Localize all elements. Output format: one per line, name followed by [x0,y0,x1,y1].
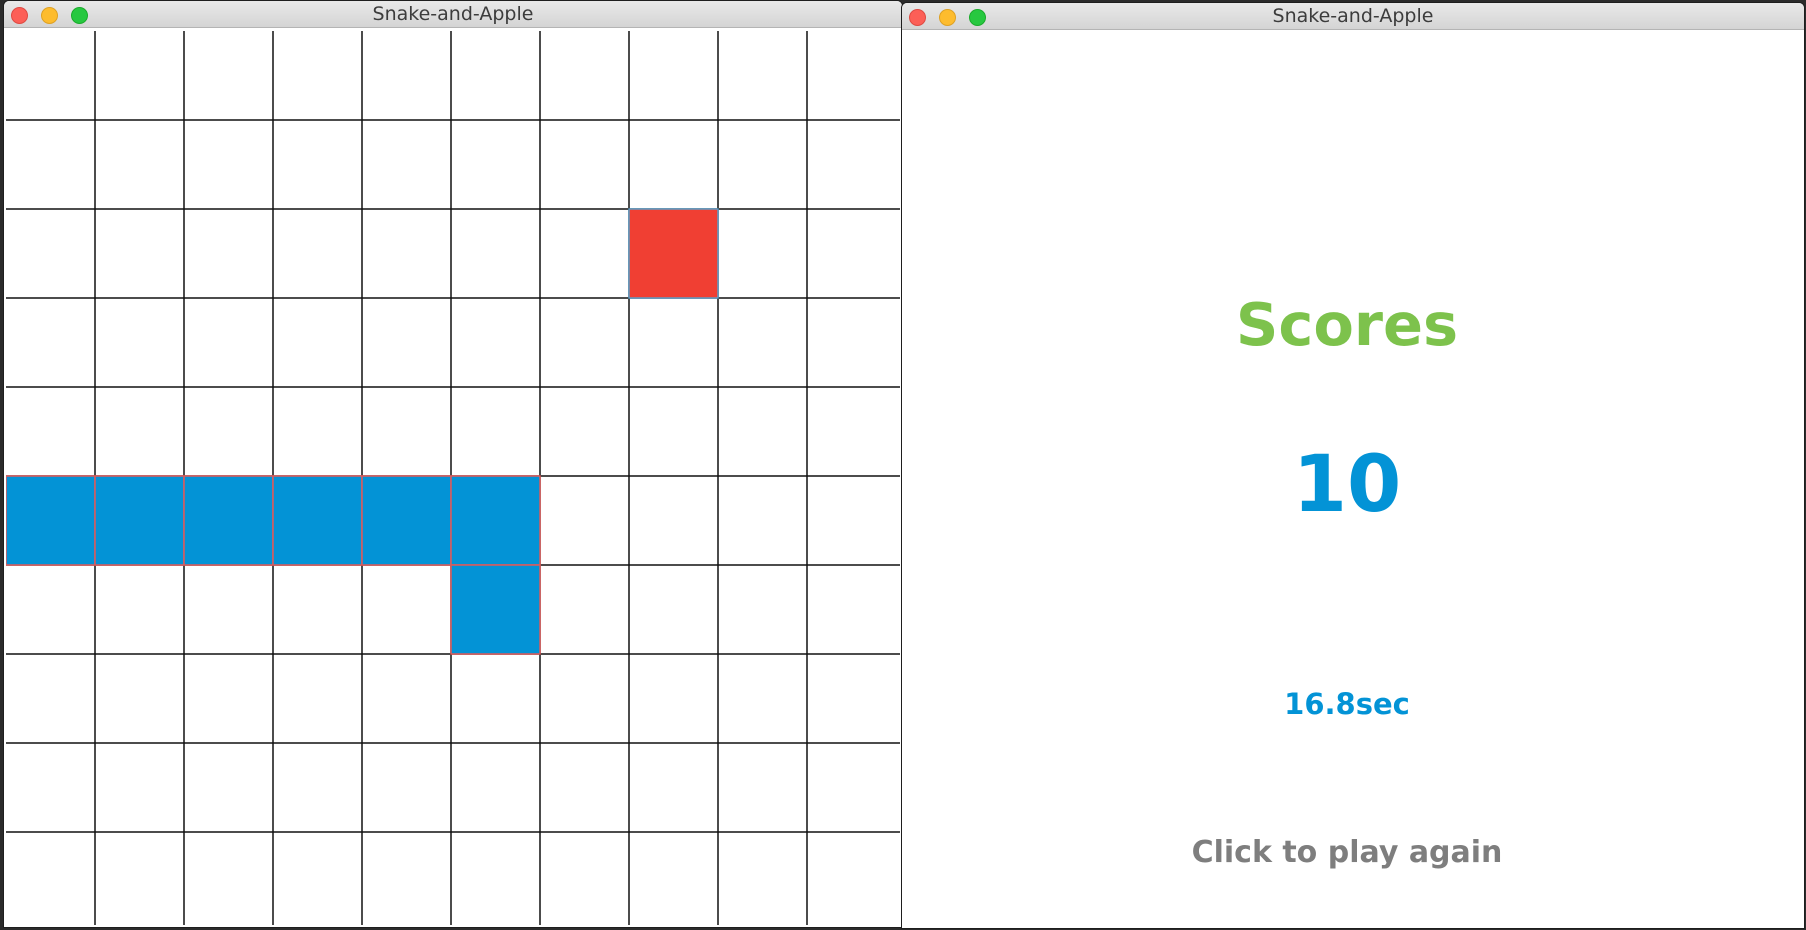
snake-cell [272,475,363,566]
elapsed-time: 16.8sec [1284,687,1410,721]
window-title: Snake-and-Apple [1272,5,1434,27]
score-value: 10 [1292,440,1402,530]
window-title: Snake-and-Apple [372,3,534,25]
play-again-button[interactable]: Click to play again [902,838,1792,868]
scores-heading: Scores [1235,290,1459,359]
snake-cell [361,475,452,566]
snake-cell [94,475,185,566]
snake-cell [450,475,541,566]
snake-cell [6,475,96,566]
snake-cell [183,475,274,566]
score-window: Snake-and-Apple Scores 10 16.8sec Click … [901,2,1805,929]
game-board[interactable] [6,31,900,927]
apple-cell [628,208,719,299]
score-panel[interactable]: Scores 10 16.8sec Click to play again [902,30,1804,928]
score-window-titlebar[interactable]: Snake-and-Apple [902,3,1804,30]
game-window: Snake-and-Apple [3,0,903,928]
snake-cell [450,564,541,655]
game-window-titlebar[interactable]: Snake-and-Apple [4,1,902,28]
